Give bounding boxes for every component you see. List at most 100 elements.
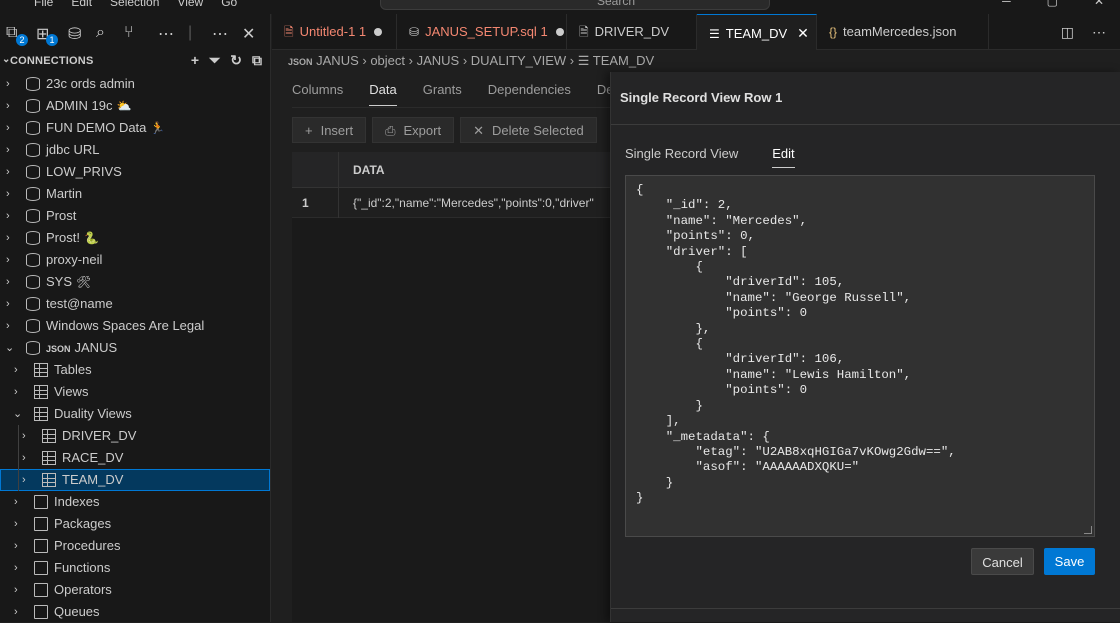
close-tab-icon[interactable]: ✕ xyxy=(797,25,809,41)
database-icon xyxy=(26,121,40,135)
more-icon[interactable]: ⋯ xyxy=(158,24,174,44)
tab-single-record-view[interactable]: Single Record View xyxy=(625,146,738,168)
tree-item-connection[interactable]: › Prost! 🐍 xyxy=(0,227,270,249)
tree-item-operators[interactable]: › Operators xyxy=(0,579,270,601)
data-cell[interactable]: {"_id":2,"name":"Mercedes","points":0,"d… xyxy=(353,196,594,210)
overflow-icon[interactable]: ⋯ xyxy=(212,24,228,44)
tree-item-connection[interactable]: › proxy-neil xyxy=(0,249,270,271)
add-icon[interactable]: + xyxy=(191,52,199,69)
menu-selection[interactable]: Selection xyxy=(110,0,159,9)
breadcrumb-item[interactable]: object xyxy=(370,53,405,68)
chevron-right-icon: › xyxy=(6,122,10,134)
tab-data[interactable]: Data xyxy=(369,82,397,106)
collapse-all-icon[interactable]: ⧉ xyxy=(252,52,262,69)
tree-item-functions[interactable]: › Functions xyxy=(0,557,270,579)
source-control-icon[interactable]: ⑂ xyxy=(124,24,134,42)
tree-item-connection[interactable]: › LOW_PRIVS xyxy=(0,161,270,183)
tree-item-connection[interactable]: › test@name xyxy=(0,293,270,315)
tree-item-duality-views[interactable]: ⌄ Duality Views xyxy=(0,403,270,425)
cancel-button[interactable]: Cancel xyxy=(971,548,1034,575)
tab-columns[interactable]: Columns xyxy=(292,82,343,106)
connections-tree: › 23c ords admin › ADMIN 19c ⛅ › FUN DEMO Da… xyxy=(0,73,270,623)
close-icon[interactable]: ✕ xyxy=(242,24,255,44)
sidebar-toolbar: ⧉ 2 ⊞ 1 ⛁ ⌕ ⑂ ⋯ | ⋯ ✕ xyxy=(0,14,270,50)
export-icon: ⎙ xyxy=(385,123,396,138)
export-button[interactable]: ⎙ Export xyxy=(372,117,455,143)
tab-label: teamMercedes.json xyxy=(843,24,957,39)
connections-header[interactable]: ⌄ CONNECTIONS + ⏷ ↻ ⧉ xyxy=(0,50,270,72)
tree-item-queues[interactable]: › Queues xyxy=(0,601,270,623)
breadcrumb-item[interactable]: JANUS xyxy=(417,53,460,68)
tab-untitled-1[interactable]: 🗎 Untitled-1 1 xyxy=(272,14,397,50)
json-text[interactable]: { "_id": 2, "name": "Mercedes", "points"… xyxy=(636,183,1084,507)
chevron-right-icon: › xyxy=(14,584,18,596)
refresh-icon[interactable]: ↻ xyxy=(230,52,242,69)
tab-team-mercedes-json[interactable]: {} teamMercedes.json xyxy=(817,14,989,50)
insert-button[interactable]: + Insert xyxy=(292,117,367,143)
split-editor-icon[interactable]: ◫ xyxy=(1061,24,1074,41)
runner-icon: 🏃 xyxy=(150,121,166,135)
minimize-icon[interactable]: ─ xyxy=(1002,0,1011,8)
menu-view[interactable]: View xyxy=(177,0,203,9)
breadcrumb-item[interactable]: JANUS xyxy=(316,53,359,68)
indent-guide xyxy=(18,447,19,469)
tree-item-race-dv[interactable]: › RACE_DV xyxy=(0,447,270,469)
command-search[interactable]: Search xyxy=(380,0,770,10)
tree-item-connection[interactable]: › ADMIN 19c ⛅ xyxy=(0,95,270,117)
database-icon xyxy=(26,275,40,289)
tab-dependencies[interactable]: Dependencies xyxy=(488,82,571,106)
badge-count: 1 xyxy=(46,34,58,46)
badge-count: 2 xyxy=(16,34,28,46)
database-icon xyxy=(26,253,40,267)
delete-selected-button[interactable]: ✕ Delete Selected xyxy=(460,117,597,143)
tree-item-connection[interactable]: › SYS 🛠 xyxy=(0,271,270,293)
tree-item-driver-dv[interactable]: › DRIVER_DV xyxy=(0,425,270,447)
menu-edit[interactable]: Edit xyxy=(71,0,92,9)
tree-item-indexes[interactable]: › Indexes xyxy=(0,491,270,513)
connection-label: jdbc URL xyxy=(46,142,100,157)
save-button[interactable]: Save xyxy=(1044,548,1095,575)
tree-item-tables[interactable]: › Tables xyxy=(0,359,270,381)
filter-icon[interactable]: ⏷ xyxy=(209,52,220,69)
single-record-panel: Single Record View Row 1 Single Record V… xyxy=(610,72,1120,622)
tree-item-connection[interactable]: › FUN DEMO Data 🏃 xyxy=(0,117,270,139)
menu-file[interactable]: File xyxy=(34,0,53,9)
breadcrumb-item[interactable]: TEAM_DV xyxy=(593,53,654,68)
tree-label: Packages xyxy=(54,516,112,531)
menu-go[interactable]: Go xyxy=(221,0,237,9)
close-window-icon[interactable]: ✕ xyxy=(1094,0,1104,8)
unsaved-dot-icon[interactable] xyxy=(555,28,564,36)
tree-item-views[interactable]: › Views xyxy=(0,381,270,403)
more-actions-icon[interactable]: ⋯ xyxy=(1092,24,1106,41)
database-icon[interactable]: ⛁ xyxy=(68,24,81,44)
tab-janus-setup[interactable]: ⛁ JANUS_SETUP.sql 1 xyxy=(397,14,567,50)
tab-grants[interactable]: Grants xyxy=(423,82,462,106)
tab-driver-dv[interactable]: 🗎 DRIVER_DV xyxy=(567,14,697,50)
resize-handle[interactable] xyxy=(1084,526,1092,534)
tree-item-packages[interactable]: › Packages xyxy=(0,513,270,535)
tree-item-janus[interactable]: ⌄ JSON JANUS xyxy=(0,337,270,359)
search-icon[interactable]: ⌕ xyxy=(96,24,105,42)
column-header[interactable]: DATA xyxy=(353,163,385,177)
tree-item-team-dv[interactable]: › TEAM_DV xyxy=(0,469,270,491)
tab-label: DRIVER_DV xyxy=(594,24,670,39)
problem-count: 1 xyxy=(540,24,548,39)
divider xyxy=(611,124,1120,125)
maximize-icon[interactable]: ▢ xyxy=(1047,0,1058,8)
unsaved-dot-icon[interactable] xyxy=(374,28,383,36)
breadcrumb-item[interactable]: DUALITY_VIEW xyxy=(471,53,566,68)
tree-label: Procedures xyxy=(54,538,121,553)
tree-item-connection[interactable]: › Windows Spaces Are Legal xyxy=(0,315,270,337)
tree-item-connection[interactable]: › jdbc URL xyxy=(0,139,270,161)
tab-team-dv[interactable]: ☰ TEAM_DV ✕ xyxy=(697,14,817,50)
tree-item-procedures[interactable]: › Procedures xyxy=(0,535,270,557)
tree-item-connection[interactable]: › 23c ords admin xyxy=(0,73,270,95)
database-connected-icon xyxy=(26,341,40,355)
tree-label: Views xyxy=(54,384,89,399)
tree-label: Queues xyxy=(54,604,100,619)
tab-edit[interactable]: Edit xyxy=(772,146,795,168)
json-editor[interactable]: { "_id": 2, "name": "Mercedes", "points"… xyxy=(625,175,1095,537)
tree-item-connection[interactable]: › Prost xyxy=(0,205,270,227)
tree-item-connection[interactable]: › Martin xyxy=(0,183,270,205)
table-row[interactable]: 1 {"_id":2,"name":"Mercedes","points":0,… xyxy=(292,188,612,218)
